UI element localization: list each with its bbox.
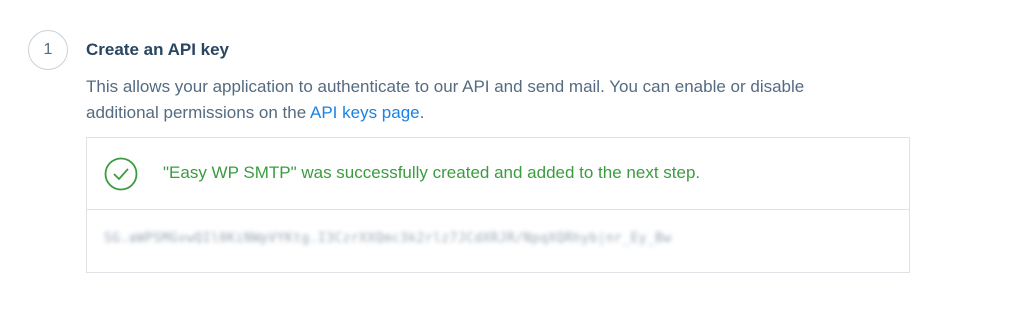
api-key-result-box: "Easy WP SMTP" was successfully created …	[86, 137, 910, 273]
api-keys-page-link[interactable]: API keys page	[310, 103, 420, 122]
api-key-value[interactable]: SG.aWPSMGvwQIl0KiNWpVYKtg.I3CzrXXQmc3k2r…	[104, 231, 672, 246]
api-key-row[interactable]: SG.aWPSMGvwQIl0KiNWpVYKtg.I3CzrXXQmc3k2r…	[87, 210, 909, 272]
step-description-end: .	[419, 103, 425, 122]
success-row: "Easy WP SMTP" was successfully created …	[87, 138, 909, 210]
step-number: 1	[43, 41, 53, 58]
step-description-text: This allows your application to authenti…	[86, 77, 805, 122]
check-circle-icon	[104, 157, 138, 191]
success-message: "Easy WP SMTP" was successfully created …	[163, 163, 701, 182]
step-description: This allows your application to authenti…	[86, 74, 866, 126]
step-title: Create an API key	[86, 40, 229, 59]
step-number-badge: 1	[28, 30, 68, 70]
